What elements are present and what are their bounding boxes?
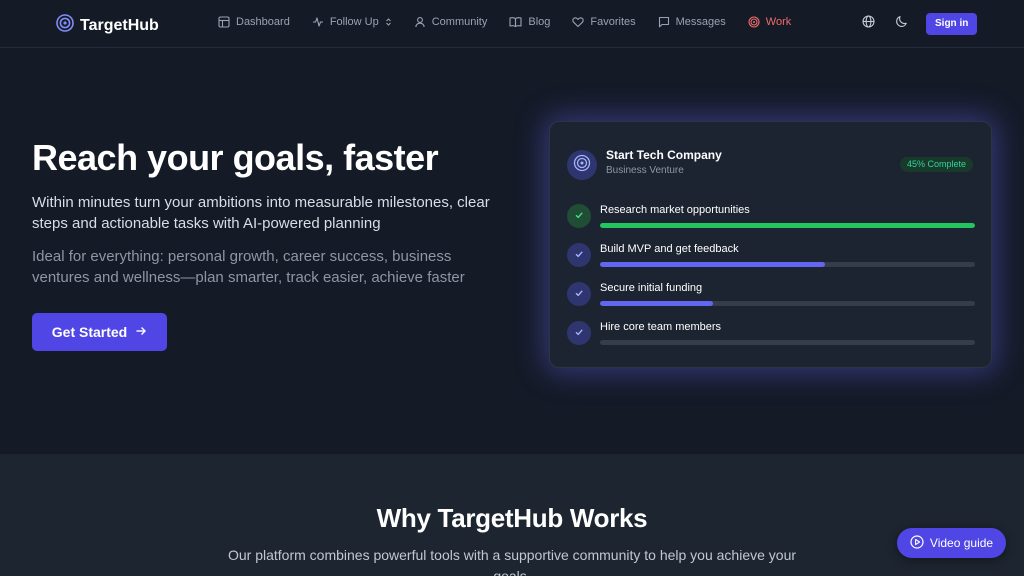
hero-section: Reach your goals, faster Within minutes … <box>0 49 1024 454</box>
progress-badge: 45% Complete <box>899 157 973 172</box>
target-icon <box>748 16 760 28</box>
goal-card[interactable]: Start Tech Company Business Venture 45% … <box>549 121 992 368</box>
features-section: Why TargetHub Works Our platform combine… <box>0 454 1024 576</box>
nav-actions: Sign in <box>860 13 978 35</box>
video-guide-button[interactable]: Video guide <box>897 528 1006 558</box>
nav-item-label: Follow Up <box>329 16 379 28</box>
nav-item-label: Blog <box>528 16 551 28</box>
theme-toggle-button[interactable] <box>893 16 909 32</box>
task-progress-fill <box>600 301 713 306</box>
nav-item-label: Work <box>765 16 792 28</box>
nav-item-dashboard[interactable]: Dashboard <box>218 16 290 28</box>
task-label: Build MVP and get feedback <box>600 243 739 255</box>
hero-subtitle: Within minutes turn your ambitions into … <box>32 194 490 232</box>
task-item[interactable]: Hire core team members <box>567 321 975 347</box>
check-icon <box>574 285 584 303</box>
video-guide-label: Video guide <box>929 536 994 550</box>
task-progress-fill <box>600 262 825 267</box>
task-label: Secure initial funding <box>600 282 703 294</box>
check-icon <box>574 207 584 225</box>
task-status <box>567 282 591 306</box>
nav-item-community[interactable]: Community <box>414 16 488 28</box>
nav-item-blog[interactable]: Blog <box>509 16 550 28</box>
task-item[interactable]: Secure initial funding <box>567 282 975 308</box>
moon-icon <box>895 15 908 33</box>
target-icon <box>56 14 74 37</box>
goal-avatar <box>567 150 597 180</box>
get-started-label: Get Started <box>51 324 128 340</box>
activity-icon <box>312 16 324 28</box>
hero-description: Ideal for everything: personal growth, c… <box>32 248 465 286</box>
task-status <box>567 204 591 228</box>
task-label: Hire core team members <box>600 321 722 333</box>
target-icon <box>573 154 591 177</box>
message-icon <box>658 16 670 28</box>
task-progress-bar <box>600 223 975 228</box>
task-status <box>567 321 591 345</box>
nav-item-label: Messages <box>675 16 726 28</box>
task-item[interactable]: Build MVP and get feedback <box>567 243 975 269</box>
nav-item-label: Community <box>431 16 488 28</box>
task-progress-fill <box>600 223 975 228</box>
task-item[interactable]: Research market opportunities <box>567 204 975 230</box>
features-title: Why TargetHub Works <box>376 503 648 533</box>
nav-item-messages[interactable]: Messages <box>658 16 726 28</box>
brand-name: TargetHub <box>80 16 159 34</box>
task-progress-bar <box>600 262 975 267</box>
check-icon <box>574 246 584 264</box>
sign-in-button[interactable]: Sign in <box>926 13 978 35</box>
nav-item-follow-up[interactable]: Follow Up <box>312 16 392 28</box>
dashboard-icon <box>218 16 230 28</box>
play-circle-icon <box>910 534 924 552</box>
nav-item-label: Dashboard <box>236 16 290 28</box>
goal-title: Start Tech Company <box>606 148 722 162</box>
heart-icon <box>572 16 585 28</box>
task-progress-bar <box>600 340 975 345</box>
task-progress-bar <box>600 301 975 306</box>
task-status <box>567 243 591 267</box>
goal-category: Business Venture <box>606 165 684 176</box>
features-description: Our platform combines powerful tools wit… <box>227 547 797 576</box>
arrow-right-icon <box>135 324 147 340</box>
globe-icon <box>861 15 875 33</box>
nav-item-work[interactable]: Work <box>748 16 791 28</box>
get-started-button[interactable]: Get Started <box>32 313 167 351</box>
navbar: TargetHub Dashboard Follow Up Community … <box>0 0 1024 48</box>
chevron-updown-icon <box>385 17 392 27</box>
book-icon <box>509 16 522 28</box>
language-button[interactable] <box>860 15 876 33</box>
nav-menu: Dashboard Follow Up Community Blog Favor… <box>218 16 813 28</box>
nav-item-favorites[interactable]: Favorites <box>572 16 636 28</box>
task-label: Research market opportunities <box>600 204 750 216</box>
check-icon <box>574 324 584 342</box>
user-icon <box>414 16 426 28</box>
brand-logo[interactable]: TargetHub <box>56 14 159 37</box>
hero-headline: Reach your goals, faster <box>32 137 439 178</box>
nav-item-label: Favorites <box>590 16 636 28</box>
